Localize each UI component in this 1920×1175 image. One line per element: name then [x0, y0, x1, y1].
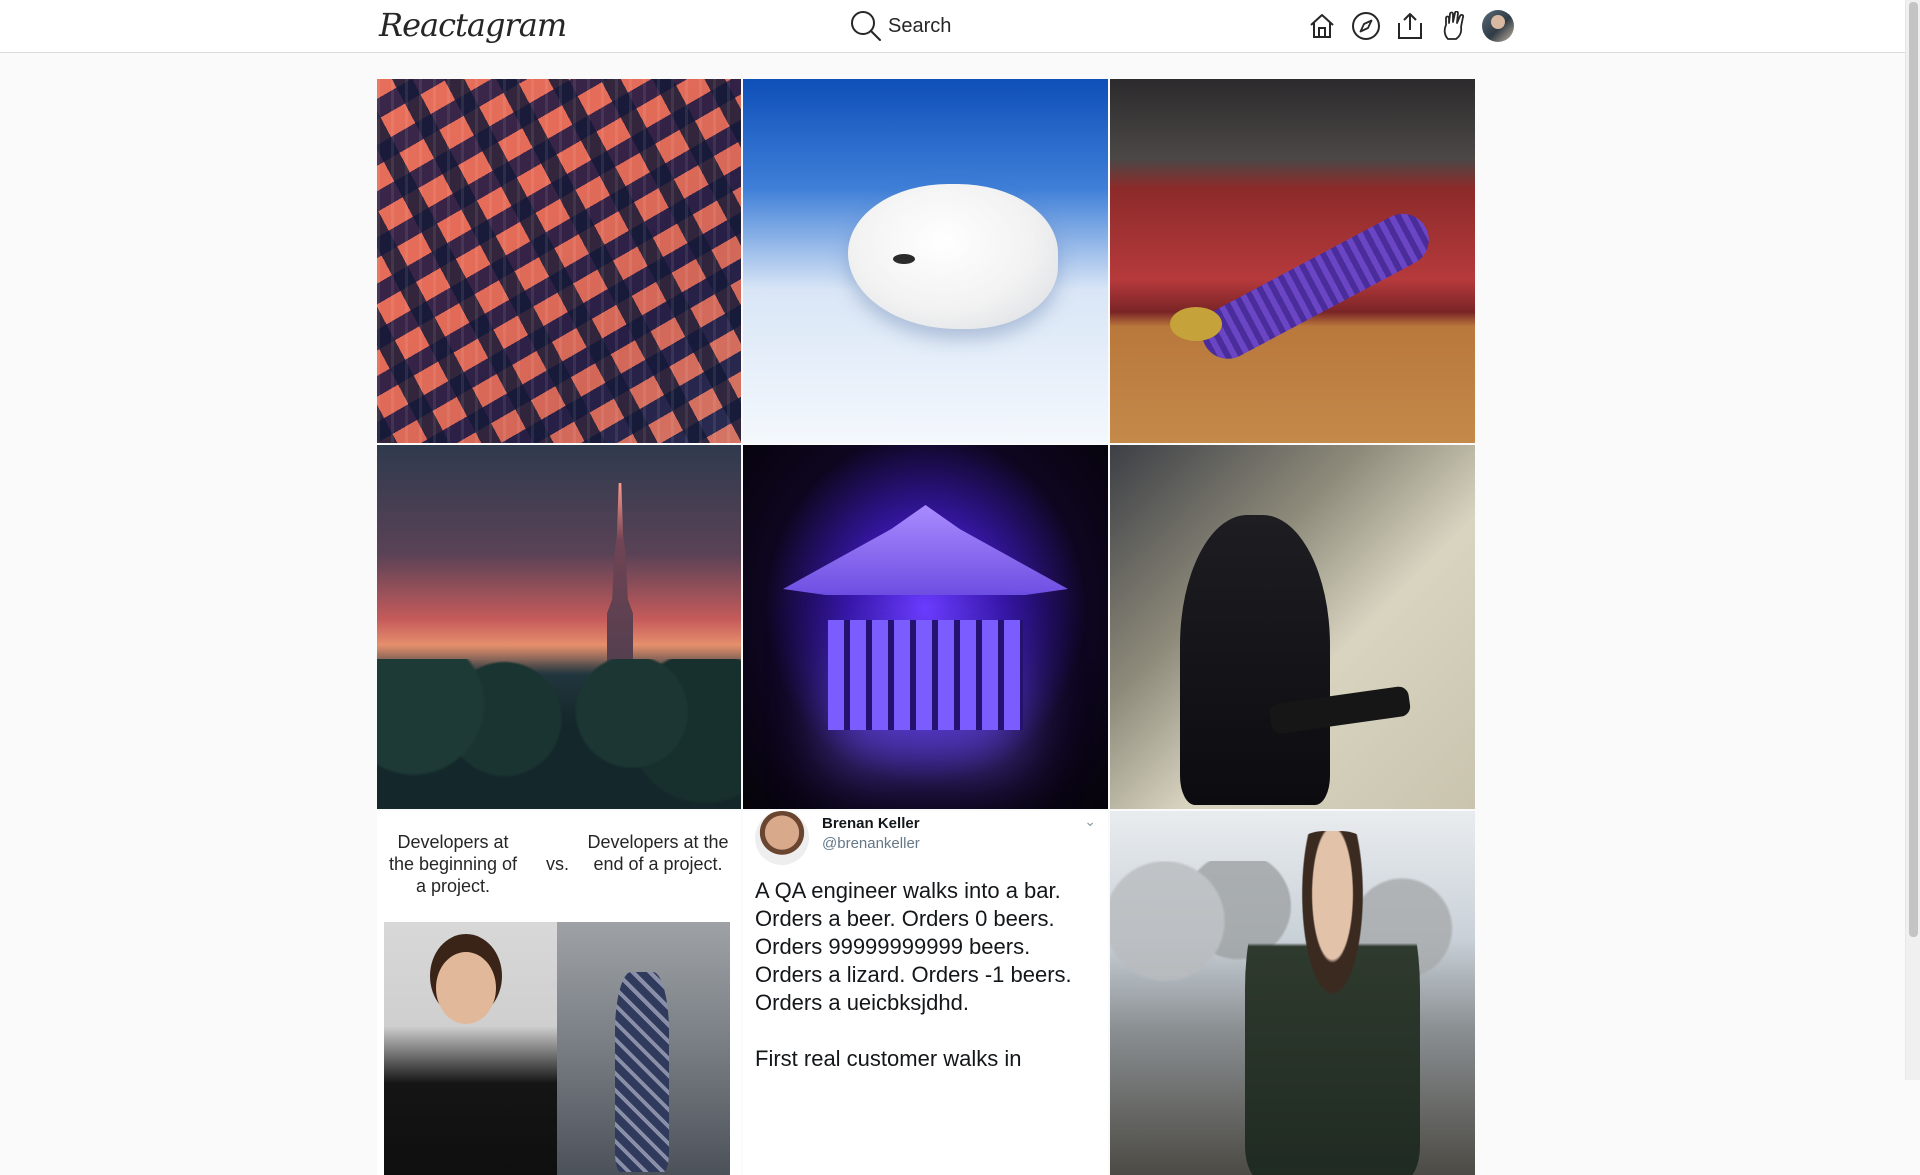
chevron-down-icon: ⌄: [1084, 813, 1096, 829]
meme-left-caption: Developers at the beginning of a project…: [388, 832, 518, 896]
meme-image-beginning: [384, 922, 557, 1175]
activity-icon: [1443, 10, 1464, 40]
meme-image-end: [557, 922, 730, 1175]
search-label[interactable]: Search: [888, 15, 951, 38]
app-logo[interactable]: Reactagram: [379, 6, 567, 44]
explore-button[interactable]: [1350, 9, 1381, 42]
profile-avatar[interactable]: [1482, 9, 1514, 42]
tweet-author-name: Brenan Keller: [822, 815, 920, 832]
photo-purple-temple[interactable]: [743, 445, 1108, 809]
vertical-scrollbar[interactable]: [1905, 0, 1920, 1080]
meme-vs-label: vs.: [546, 854, 570, 874]
photo-tweet-screenshot[interactable]: Brenan Keller @brenankeller ⌄ A QA engin…: [743, 811, 1108, 1175]
nav-icons: [1306, 9, 1514, 42]
search-icon: [851, 11, 881, 41]
tweet-author-avatar: [755, 811, 809, 865]
scrollbar-thumb[interactable]: [1909, 2, 1918, 937]
upload-button[interactable]: [1394, 9, 1425, 42]
home-icon: [1309, 13, 1334, 38]
explore-compass-icon: [1351, 11, 1380, 40]
photo-baby-seal[interactable]: [743, 79, 1108, 443]
photo-grid: Developers at the beginning of a project…: [377, 79, 1475, 1175]
top-navigation-bar: Reactagram Search: [0, 0, 1905, 53]
tweet-body: A QA engineer walks into a bar. Orders a…: [755, 878, 1072, 1071]
search-box[interactable]: Search: [850, 8, 951, 44]
home-button[interactable]: [1306, 9, 1337, 42]
tweet-author-handle: @brenankeller: [822, 835, 920, 852]
photo-developer-meme[interactable]: Developers at the beginning of a project…: [377, 811, 741, 1175]
photo-snake-in-sock[interactable]: [1110, 79, 1475, 443]
photo-man-winter[interactable]: [1110, 811, 1475, 1175]
upload-icon: [1397, 12, 1422, 39]
photo-darth-vader[interactable]: [1110, 445, 1475, 809]
photo-empire-state-dusk[interactable]: [377, 445, 741, 809]
meme-right-caption: Developers at the end of a project.: [587, 832, 729, 874]
photo-isometric-city[interactable]: [377, 79, 741, 443]
activity-button[interactable]: [1438, 9, 1469, 42]
